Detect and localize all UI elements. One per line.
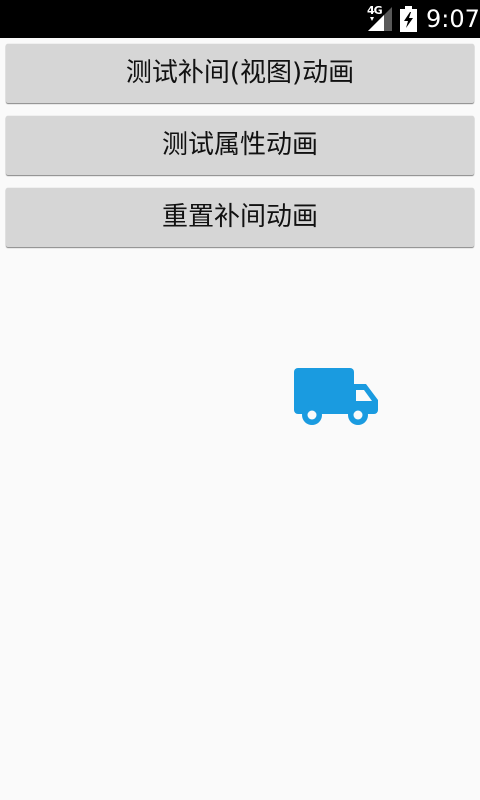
status-bar: 4G 9:07 bbox=[0, 0, 480, 38]
status-clock: 9:07 bbox=[426, 5, 480, 33]
truck-icon bbox=[294, 368, 378, 425]
reset-tween-animation-button[interactable]: 重置补间动画 bbox=[6, 188, 474, 247]
battery-charging-icon bbox=[400, 6, 417, 32]
signal-bars-icon bbox=[368, 7, 392, 31]
test-property-animation-button[interactable]: 测试属性动画 bbox=[6, 116, 474, 175]
test-tween-view-animation-button[interactable]: 测试补间(视图)动画 bbox=[6, 44, 474, 103]
